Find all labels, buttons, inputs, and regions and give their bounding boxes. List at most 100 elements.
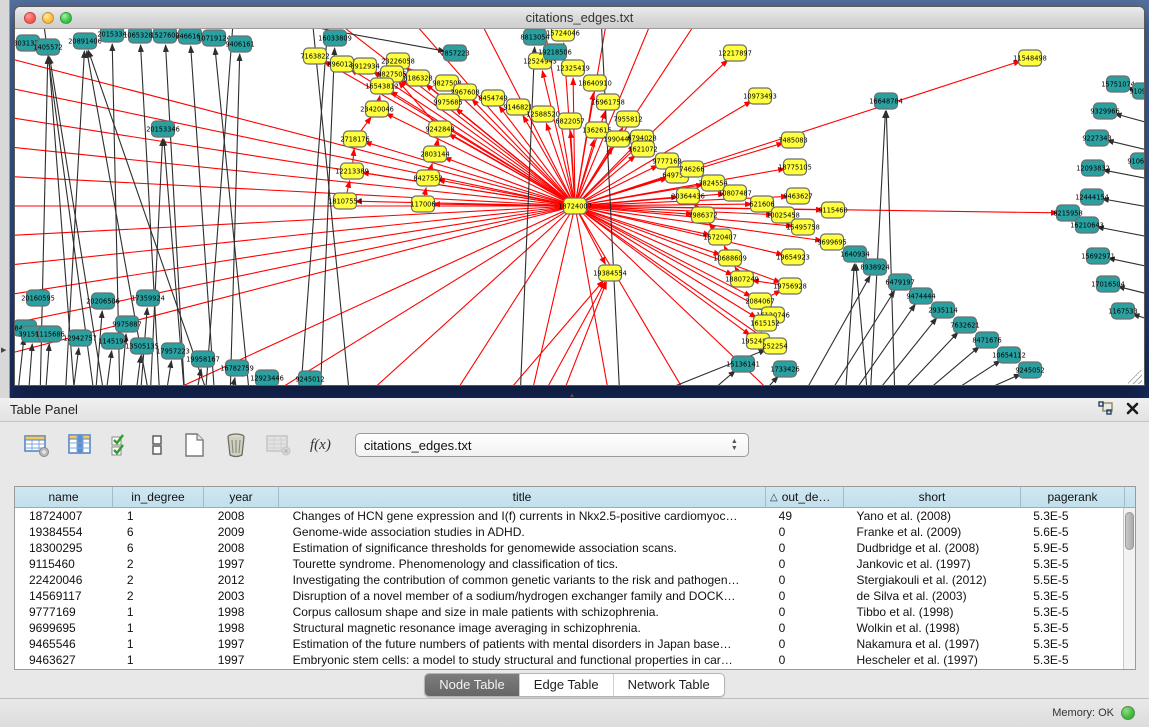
citation-edge[interactable] [191,46,215,386]
graph-node-12923446[interactable]: 12923446 [250,370,284,386]
citation-edge-red[interactable] [450,206,575,386]
graph-node-9227343[interactable]: 9227343 [1082,130,1111,146]
window-close-button[interactable] [24,12,36,24]
graph-node-10973493[interactable]: 10973493 [743,88,777,104]
delete-column-button[interactable] [222,430,250,460]
graph-node-7955812[interactable]: 7955812 [613,111,642,127]
column-header-pagerank[interactable]: pagerank [1021,487,1125,507]
graph-node-16961758[interactable]: 16961758 [591,94,625,110]
graph-node-1405572[interactable]: 1405572 [33,39,62,55]
graph-node-6822057[interactable]: 6822057 [555,113,584,129]
graph-node-9115460[interactable]: 9115460 [818,202,847,218]
scrollbar-thumb[interactable] [1125,512,1134,550]
column-header-year[interactable]: year [204,487,279,507]
graph-node-7485083[interactable]: 7485083 [778,132,807,148]
graph-node-9699695[interactable]: 9699695 [817,234,846,250]
table-row[interactable]: 969969511998Structural magnetic resonanc… [15,620,1123,636]
window-minimize-button[interactable] [42,12,54,24]
graph-node-1145194[interactable]: 1145194 [98,333,127,349]
citation-edge-red[interactable] [575,206,610,386]
table-row[interactable]: 977716911998Corpus callosum shape and si… [15,604,1123,620]
graph-node-16033809[interactable]: 16033809 [318,30,352,46]
graph-node-8813054[interactable]: 8813054 [520,29,549,45]
citation-edge[interactable] [800,276,870,386]
citation-edge[interactable] [1097,227,1144,239]
float-panel-button[interactable] [1098,401,1114,416]
graph-node-8186328[interactable]: 8186328 [403,70,432,86]
citation-edge-red[interactable] [360,206,575,386]
citation-edge[interactable] [28,344,32,386]
table-row[interactable]: 2242004622012Investigating the contribut… [15,572,1123,588]
citation-edge[interactable] [280,29,445,51]
graph-node-9106082[interactable]: 9106082 [1127,153,1144,169]
graph-node-117006[interactable]: 117006 [410,196,435,212]
graph-node-1621072[interactable]: 1621072 [628,141,657,157]
graph-node-15692971[interactable]: 15692971 [1081,248,1115,264]
citation-edge[interactable] [870,111,885,386]
graph-node-7163822[interactable]: 7163822 [300,48,329,64]
graph-node-9245012[interactable]: 9245012 [295,371,324,386]
citation-edge[interactable] [960,374,1021,386]
select-columns-button[interactable] [108,431,134,459]
graph-node-18640910[interactable]: 18640910 [578,75,612,91]
graph-node-12325419[interactable]: 12325419 [556,60,590,76]
graph-node-9329966[interactable]: 9329966 [1090,103,1119,119]
graph-node-12093832[interactable]: 12093832 [1076,160,1110,176]
citation-edge[interactable] [45,344,49,386]
network-window-titlebar[interactable]: citations_edges.txt [15,7,1144,29]
graph-node-9406161[interactable]: 9406161 [225,36,254,52]
citation-edge-red[interactable] [560,282,606,386]
graph-node-9463627[interactable]: 9463627 [783,188,812,204]
graph-node-10654112[interactable]: 10654112 [992,347,1026,363]
citation-edge[interactable] [215,48,250,386]
graph-node-15136141[interactable]: 15136141 [726,356,760,372]
table-row[interactable]: 911546021997Tourette syndrome. Phenomeno… [15,556,1123,572]
network-window[interactable]: citations_edges.txt 18724007157240461252… [14,6,1145,386]
graph-node-1115686[interactable]: 1115686 [35,326,64,342]
column-header-short[interactable]: short [844,487,1021,507]
table-row[interactable]: 946362711997Embryonic stem cells: a mode… [15,652,1123,668]
graph-node-1167533[interactable]: 1167533 [1108,303,1137,319]
citation-edge-red[interactable] [500,281,603,386]
graph-node-9245052[interactable]: 9245052 [1015,362,1044,378]
row-height-button[interactable] [148,431,166,459]
graph-node-19654923[interactable]: 19654923 [776,249,810,265]
graph-node-2718176[interactable]: 2718176 [340,131,369,147]
table-row[interactable]: 1872400712008Changes of HCN gene express… [15,508,1123,524]
citation-edge-red[interactable] [575,93,593,206]
citation-edge[interactable] [165,361,171,386]
graph-node-252254[interactable]: 252254 [762,338,787,354]
table-mode-button[interactable] [22,431,52,459]
citation-edge[interactable] [17,338,24,386]
citation-edge-red[interactable] [575,206,690,386]
graph-node-621606[interactable]: 621606 [749,196,774,212]
column-header-title[interactable]: title [279,487,766,507]
graph-node-12213389[interactable]: 12213389 [335,163,369,179]
citation-edge-red[interactable] [540,282,605,386]
graph-node-10688609[interactable]: 10688609 [713,250,747,266]
new-column-button[interactable] [180,430,208,460]
function-builder-button[interactable]: f(x) [308,443,333,447]
citation-edge[interactable] [141,45,160,386]
graph-node-9975887[interactable]: 9975887 [112,316,141,332]
citation-edge[interactable] [1107,140,1144,153]
window-resize-grip[interactable] [1128,370,1142,384]
splitter-handle[interactable]: ▲ [565,393,579,398]
graph-node-16782759[interactable]: 16782759 [220,360,254,376]
tab-network-table[interactable]: Network Table [614,674,724,696]
citation-edge[interactable] [230,54,240,386]
graph-node-18775105[interactable]: 18775105 [778,159,812,175]
citation-edge[interactable] [848,304,915,386]
table-vertical-scrollbar[interactable] [1123,508,1135,669]
citation-edge[interactable] [893,332,958,386]
graph-node-12444154[interactable]: 12444154 [1075,189,1109,205]
graph-node-6479197[interactable]: 6479197 [885,274,914,290]
graph-node-15724046[interactable]: 15724046 [546,29,580,41]
window-zoom-button[interactable] [60,12,72,24]
graph-node-20153346[interactable]: 20153346 [146,121,180,137]
graph-node-8938924[interactable]: 8938924 [860,259,889,275]
memory-status-indicator[interactable] [1121,706,1135,720]
graph-node-19958167[interactable]: 19958167 [186,351,220,367]
control-panel-collapsed-strip[interactable]: ▶ [0,0,10,398]
graph-node-17957223[interactable]: 17957223 [156,343,190,359]
